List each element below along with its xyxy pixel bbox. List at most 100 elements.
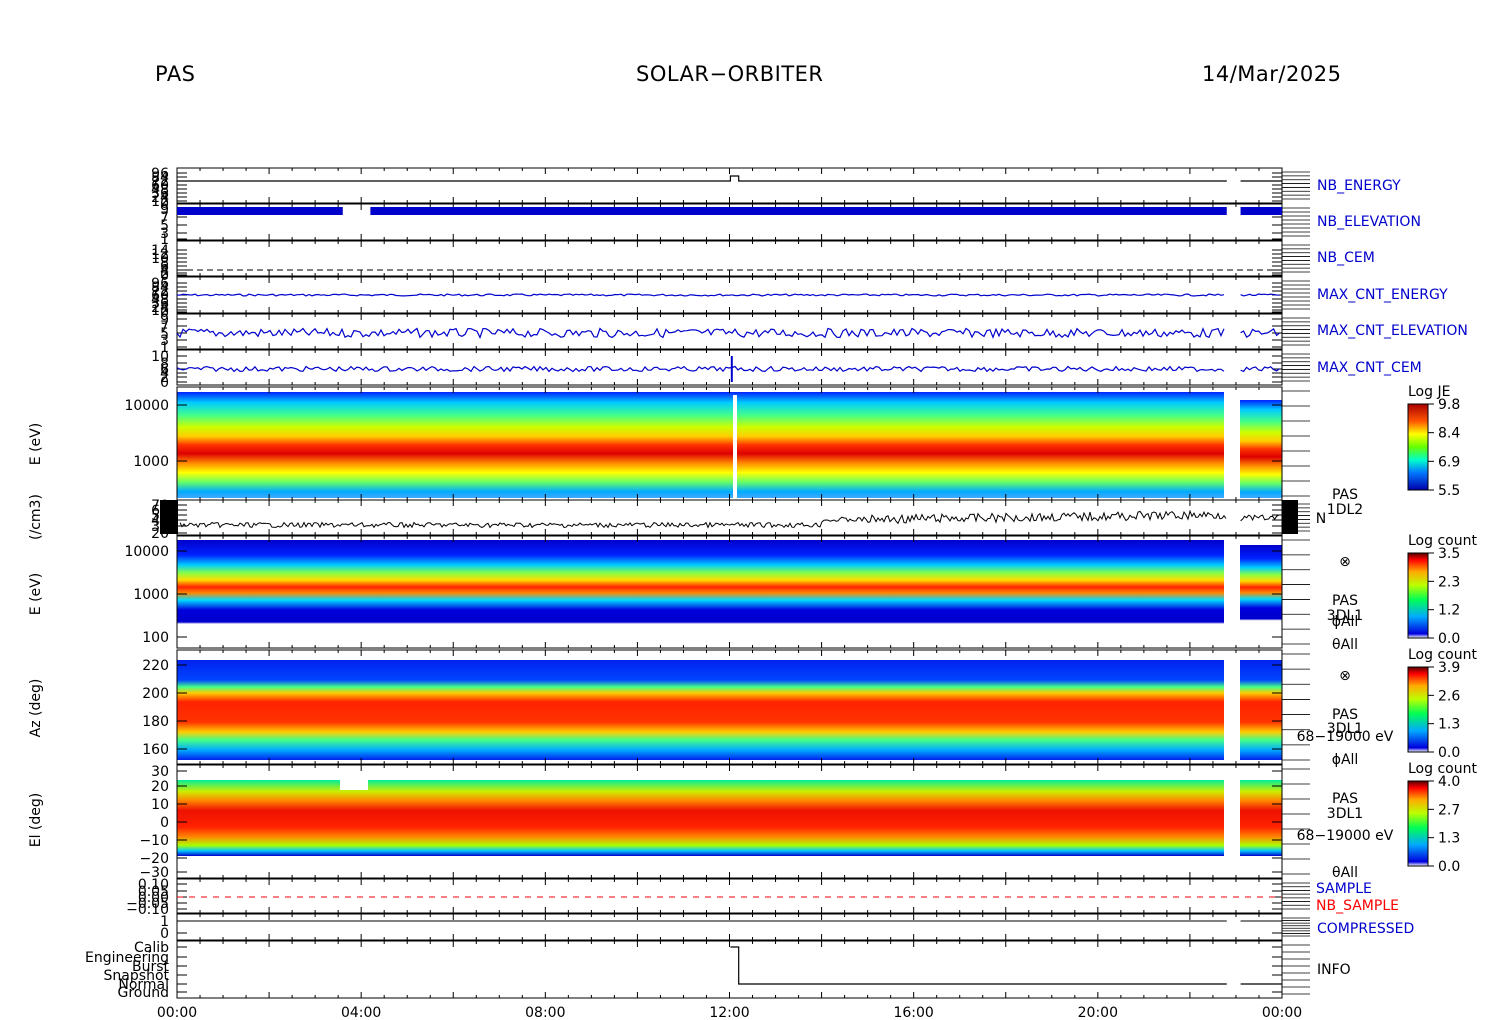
colorbar — [1407, 666, 1429, 753]
y-tick-label: 20 — [151, 779, 169, 795]
y-axis-label: E (eV) — [28, 423, 44, 465]
nb-elevation-band — [1240, 207, 1282, 215]
y-tick-label: −10 — [139, 833, 169, 849]
theta-all-label: θAll — [1332, 865, 1358, 881]
x-tick-label: 16:00 — [893, 1005, 933, 1020]
energy-range-label: 68−19000 eV — [1297, 729, 1394, 745]
nb-elevation-band — [370, 207, 1227, 215]
y-tick-label: 1000 — [133, 587, 169, 603]
info-trace — [730, 946, 1227, 985]
y-axis-label: Az (deg) — [28, 679, 44, 738]
x-tick-label: 20:00 — [1078, 1005, 1118, 1020]
y-tick-label: 100 — [142, 630, 169, 646]
y-tick-label: 0 — [160, 375, 169, 391]
y-tick-label: 0 — [160, 815, 169, 831]
sample-label: SAMPLE — [1316, 881, 1372, 897]
colorbar-tick-label: 0.0 — [1438, 631, 1460, 647]
y-tick-label: 220 — [142, 658, 169, 674]
x-tick-label: 00:00 — [1262, 1005, 1302, 1020]
max-cnt-cem-trace — [176, 365, 1225, 373]
y-tick-label: 160 — [142, 742, 169, 758]
panel-name-label: MAX_CNT_ENERGY — [1317, 287, 1448, 303]
max-cnt-cem-trace — [1240, 366, 1280, 373]
phi-all-label: ϕAll — [1332, 752, 1359, 768]
colorbar-tick-label: 2.3 — [1438, 574, 1460, 590]
density-frame-right — [1282, 500, 1298, 534]
phi-all-label: ϕAll — [1332, 614, 1359, 630]
colorbar — [1407, 552, 1429, 639]
x-tick-label: 08:00 — [525, 1005, 565, 1020]
colorbar — [1407, 780, 1429, 867]
colorbar-tick-label: 2.7 — [1438, 802, 1460, 818]
pas-label: PAS — [1332, 487, 1358, 503]
colorbar-tick-label: 1.2 — [1438, 603, 1460, 619]
colorbar-tick-label: 1.3 — [1438, 831, 1460, 847]
level-label: 1DL2 — [1327, 502, 1363, 518]
panel-name-label: MAX_CNT_ELEVATION — [1317, 323, 1468, 339]
theta-all-label: θAll — [1332, 637, 1358, 653]
density-trace — [179, 509, 1227, 529]
azimuth-spectrogram-2 — [1240, 660, 1282, 760]
x-tick-label: 12:00 — [709, 1005, 749, 1020]
nb-sample-label: NB_SAMPLE — [1316, 898, 1399, 914]
colorbar-tick-label: 8.4 — [1438, 426, 1460, 442]
max-cnt-energy-trace — [176, 293, 1225, 297]
colorbar-tick-label: 1.3 — [1438, 717, 1460, 733]
spectrogram-layer — [160, 392, 1298, 856]
pas-label: PAS — [1332, 593, 1358, 609]
direction-symbol: ⊗ — [1339, 554, 1351, 570]
y-tick-label: 30 — [151, 764, 169, 780]
colorbar-tick-label: 0.0 — [1438, 745, 1460, 761]
colorbar-tick-label: 6.9 — [1438, 454, 1460, 470]
gap-12h — [733, 395, 737, 505]
count-energy-spectrogram — [177, 540, 1224, 640]
nb-elevation-band — [177, 207, 343, 215]
colorbars: Log JE9.88.46.95.5Log count3.52.31.20.0L… — [1407, 384, 1477, 875]
panel-name-label: MAX_CNT_CEM — [1317, 360, 1422, 376]
colorbar-tick-label: 0.0 — [1438, 859, 1460, 875]
azimuth-spectrogram — [177, 660, 1224, 760]
colorbar-tick-label: 3.5 — [1438, 546, 1460, 562]
y-tick-label: 10 — [151, 797, 169, 813]
max-cnt-elevation-trace — [176, 327, 1225, 340]
y-axis-label: El (deg) — [28, 793, 44, 848]
colorbar-tick-label: 9.8 — [1438, 397, 1460, 413]
y-tick-label: 180 — [142, 714, 169, 730]
y-axis-label: (/cm3) — [28, 494, 44, 540]
y-tick-label: 200 — [142, 686, 169, 702]
time-axis: 00:00 04:00 08:00 12:00 16:00 20:00 00:00 — [157, 1005, 1302, 1020]
panel-name-label: COMPRESSED — [1317, 921, 1414, 937]
y-tick-label: 10000 — [124, 544, 169, 560]
colorbar — [1407, 403, 1429, 491]
elevation-spectrogram — [177, 780, 1224, 856]
y-tick-label: Ground — [118, 985, 170, 1001]
je-energy-spectrogram — [177, 392, 1224, 498]
energy-range-label: 68−19000 eV — [1297, 828, 1394, 844]
density-symbol: N — [1316, 511, 1326, 527]
pas-summary-figure: 96847260483624120NB_ENERGY97531NB_ELEVAT… — [28, 166, 1477, 1020]
colorbar-tick-label: 2.6 — [1438, 688, 1460, 704]
colorbar-tick-label: 3.9 — [1438, 660, 1460, 676]
x-tick-label: 04:00 — [341, 1005, 381, 1020]
panel-name-label: NB_CEM — [1317, 250, 1375, 266]
level-label: 3DL1 — [1327, 806, 1363, 822]
x-tick-label: 00:00 — [157, 1005, 197, 1020]
nb-energy-trace — [177, 175, 1227, 182]
y-axis-label: E (eV) — [28, 573, 44, 615]
max-cnt-energy-trace — [1240, 293, 1280, 297]
pas-label: PAS — [1332, 791, 1358, 807]
y-tick-label: 10000 — [124, 398, 169, 414]
elevation-data-gap — [340, 778, 368, 790]
elevation-spectrogram-2 — [1240, 780, 1282, 856]
colorbar-tick-label: 5.5 — [1438, 483, 1460, 499]
direction-symbol: ⊗ — [1339, 668, 1351, 684]
je-energy-spectrogram-2 — [1240, 400, 1282, 498]
y-tick-label: 20 — [151, 526, 169, 542]
y-tick-label: 1000 — [133, 454, 169, 470]
colorbar-tick-label: 4.0 — [1438, 774, 1460, 790]
panel-frame — [176, 940, 1283, 999]
panel-name-label: INFO — [1317, 962, 1351, 978]
panel-name-label: NB_ENERGY — [1317, 178, 1401, 194]
count-energy-spectrogram-2 — [1240, 545, 1282, 635]
panel-name-label: NB_ELEVATION — [1317, 214, 1421, 230]
